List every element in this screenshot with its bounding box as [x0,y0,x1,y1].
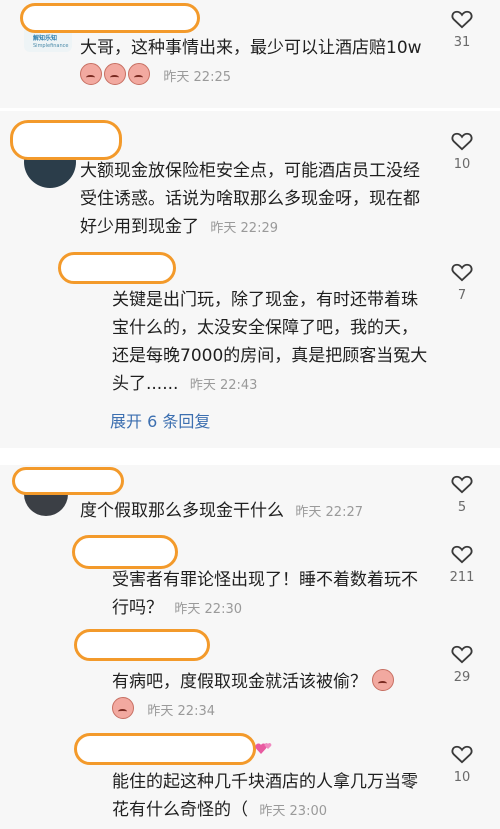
redacted-username [10,120,122,160]
emoji-icon [128,63,150,85]
reply-body: 受害者有罪论怪出现了！睡不着数着玩不行吗？ [112,570,418,618]
like-count: 7 [457,288,467,303]
like-button[interactable]: 31 [447,9,477,50]
reply-time: 昨天 22:30 [174,602,243,617]
avatar-label: 解知乐知 [33,35,58,42]
emoji-icon [104,63,126,85]
heart-icon [451,545,473,564]
heart-icon [451,475,473,494]
reply-time: 昨天 22:34 [147,704,216,719]
like-button[interactable]: 211 [447,544,477,585]
like-count: 10 [453,157,471,172]
like-button[interactable]: 10 [447,744,477,785]
reply-text: 有病吧，度假取现金就活该被偷？ 昨天 22:34 [112,668,432,726]
redacted-username [74,629,210,661]
comment-text: 大额现金放保险柜安全点，可能酒店员工没经受住诱惑。话说为啥取那么多现金呀，现在都… [80,157,425,243]
like-button[interactable]: 29 [447,644,477,685]
like-count: 29 [453,670,471,685]
expand-replies-link[interactable]: 展开 6 条回复 [110,408,210,432]
redacted-username [58,252,176,284]
heart-icon [451,10,473,29]
like-count: 10 [453,770,471,785]
avatar-sublabel: Simplefinance [33,43,69,49]
like-count: 31 [453,35,471,50]
redacted-username [74,733,256,765]
reply-text: 受害者有罪论怪出现了！睡不着数着玩不行吗？ 昨天 22:30 [112,566,432,624]
like-count: 5 [457,500,467,515]
comment-text: 大哥，这种事情出来，最少可以让酒店赔10w 昨天 22:25 [80,34,425,92]
emoji-icon [80,63,102,85]
heart-icon [451,132,473,151]
reply-body: 有病吧，度假取现金就活该被偷？ [112,672,367,692]
hearts-emoji-icon [255,743,272,754]
redacted-username [12,467,124,495]
heart-icon [451,263,473,282]
heart-icon [451,745,473,764]
reply-text: 能住的起这种几千块酒店的人拿几万当零花有什么奇怪的（ 昨天 23:00 [112,768,432,826]
comment-time: 昨天 22:25 [163,70,232,85]
like-count: 211 [449,570,475,585]
comment-body: 度个假取那么多现金干什么 [80,501,284,521]
comment-time: 昨天 22:27 [295,505,364,520]
comment-time: 昨天 22:29 [210,221,279,236]
reply-time: 昨天 23:00 [259,804,328,819]
heart-icon [451,645,473,664]
redacted-username [72,535,178,569]
like-button[interactable]: 10 [447,131,477,172]
angry-emoji-icon [372,669,395,691]
redacted-username [20,3,200,33]
reply-body: 关键是出门玩，除了现金，有时还带着珠宝什么的，太没安全保障了吧，我的天，还是每晚… [112,290,428,394]
reply-time: 昨天 22:43 [189,378,258,393]
like-button[interactable]: 7 [447,262,477,303]
angry-emoji-icon [112,697,134,719]
like-button[interactable]: 5 [447,474,477,515]
comment-body: 大哥，这种事情出来，最少可以让酒店赔10w [80,38,422,58]
reply-text: 关键是出门玩，除了现金，有时还带着珠宝什么的，太没安全保障了吧，我的天，还是每晚… [112,286,432,400]
comment-text: 度个假取那么多现金干什么 昨天 22:27 [80,497,425,527]
